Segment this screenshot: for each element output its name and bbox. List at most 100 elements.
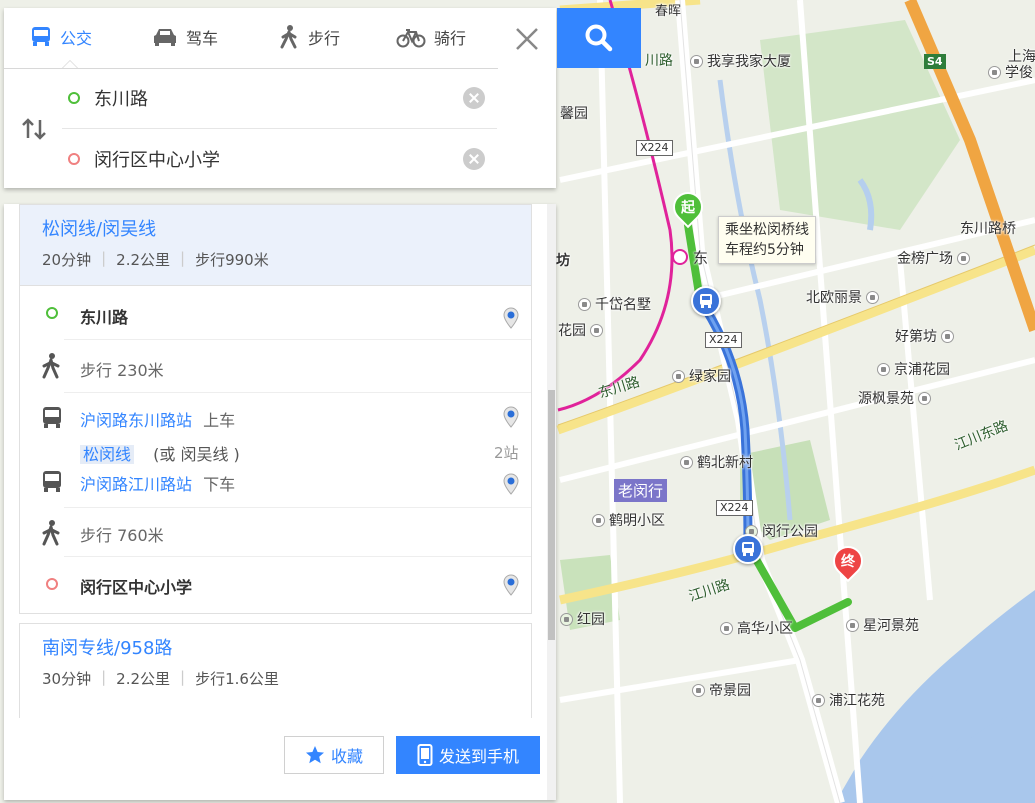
station-label: 东 <box>693 249 709 267</box>
star-icon <box>305 746 324 764</box>
route-meta: 30分钟 | 2.2公里 | 步行1.6公里 <box>42 668 279 688</box>
board-stop-link[interactable]: 沪闵路东川路站 <box>80 411 192 430</box>
step-walk-1: 步行 230米 <box>20 340 531 393</box>
poi-icon <box>846 618 859 632</box>
close-icon <box>516 28 538 50</box>
poi-label[interactable]: 花园 <box>558 320 607 340</box>
tab-cycle[interactable]: 骑行 <box>396 22 466 52</box>
poi-icon <box>720 621 733 635</box>
poi-icon <box>690 54 703 68</box>
step-bus: 沪闵路东川路站 上车 松闵线 (或 闵吴线 ) 2站 沪闵路江川路站 下车 步行… <box>20 393 531 555</box>
poi-label[interactable]: 金榜广场 <box>897 248 974 268</box>
poi-label[interactable]: 鹤明小区 <box>592 510 665 530</box>
origin-dot-icon <box>68 92 80 104</box>
origin-dot-icon <box>46 307 58 319</box>
bicycle-icon <box>396 29 426 48</box>
swap-button[interactable] <box>20 116 48 142</box>
poi-label[interactable]: 帝景园 <box>692 680 751 700</box>
route-meta: 20分钟 | 2.2公里 | 步行990米 <box>42 249 269 269</box>
walk-icon <box>280 25 297 49</box>
travel-mode-tabs: 公交 驾车 步行 骑行 <box>4 8 498 69</box>
poi-icon <box>578 297 591 311</box>
poi-label[interactable]: 星河景苑 <box>846 615 919 635</box>
road-label: 川路 <box>645 53 673 69</box>
tab-transit[interactable]: 公交 <box>30 22 92 52</box>
poi-icon <box>866 290 879 304</box>
district-label: 老闵行 <box>614 479 668 502</box>
active-tab-caret <box>62 60 78 68</box>
road-shield: X224 <box>716 500 753 516</box>
route-header[interactable]: 松闵线/闵吴线 20分钟 | 2.2公里 | 步行990米 <box>20 205 531 286</box>
locate-pin-icon[interactable] <box>502 473 520 495</box>
tab-walk[interactable]: 步行 <box>278 22 340 52</box>
bus-icon <box>742 542 754 556</box>
poi-icon <box>877 362 890 376</box>
route-search-box: 公交 驾车 步行 骑行 <box>4 8 556 188</box>
clear-destination-button[interactable] <box>463 148 485 170</box>
poi-label[interactable]: 绿家园 <box>672 366 731 386</box>
park-icon <box>560 612 573 626</box>
poi-label[interactable]: 京浦花园 <box>877 359 950 379</box>
expressway-shield: S4 <box>924 54 946 69</box>
route-tip-bubble: 乘坐松闵桥线 车程约5分钟 <box>718 216 816 264</box>
walk-icon <box>42 520 60 546</box>
poi-icon <box>672 369 685 383</box>
poi-label[interactable]: 浦江花苑 <box>812 690 885 710</box>
poi-icon <box>812 693 825 707</box>
stops-count: 2站 <box>494 444 519 462</box>
start-marker[interactable]: 起 <box>666 185 710 234</box>
origin-input[interactable] <box>94 87 454 109</box>
scrollbar-thumb[interactable] <box>548 390 555 640</box>
results-scrollbar[interactable] <box>547 204 556 800</box>
locate-pin-icon[interactable] <box>502 406 520 428</box>
bus-line-tag[interactable]: 松闵线 <box>80 445 135 464</box>
road-shield: X224 <box>705 332 742 348</box>
end-marker[interactable]: 终 <box>826 539 870 588</box>
search-button[interactable] <box>557 8 641 68</box>
bus-stop-marker[interactable] <box>733 534 763 564</box>
destination-dot-icon <box>68 153 80 165</box>
road-label: 东川路桥 <box>960 221 1016 237</box>
poi-label[interactable]: 鹤北新村 <box>680 452 753 472</box>
poi-label[interactable]: 源枫景苑 <box>858 388 935 408</box>
destination-input[interactable] <box>94 148 454 170</box>
poi-label[interactable]: 我享我家大厦 <box>690 51 791 71</box>
route-option-1[interactable]: 松闵线/闵吴线 20分钟 | 2.2公里 | 步行990米 东川路 步行 230米 … <box>19 204 532 614</box>
route-header[interactable]: 南闵专线/958路 30分钟 | 2.2公里 | 步行1.6公里 <box>20 624 531 704</box>
phone-icon <box>417 744 433 766</box>
poi-label[interactable]: 学俊 <box>988 62 1033 82</box>
poi-icon <box>918 391 931 405</box>
swap-icon <box>22 118 46 140</box>
poi-label[interactable]: 红园 <box>560 609 605 629</box>
send-to-phone-button[interactable]: 发送到手机 <box>396 736 540 774</box>
route-title: 松闵线/闵吴线 <box>42 219 157 240</box>
poi-label[interactable]: 千岱名墅 <box>578 294 651 314</box>
route-results-panel: 松闵线/闵吴线 20分钟 | 2.2公里 | 步行990米 东川路 步行 230米 … <box>4 204 556 800</box>
alight-stop-link[interactable]: 沪闵路江川路站 <box>80 475 192 494</box>
tab-drive[interactable]: 驾车 <box>152 22 218 52</box>
route-title: 南闵专线/958路 <box>42 638 173 659</box>
poi-label[interactable]: 北欧丽景 <box>806 287 883 307</box>
search-icon <box>585 24 613 52</box>
favorite-button[interactable]: 收藏 <box>284 736 384 774</box>
poi-icon <box>692 683 705 697</box>
alt-line-text: (或 闵吴线 ) <box>153 445 240 464</box>
poi-label[interactable]: 好第坊 <box>895 326 958 346</box>
poi-icon <box>590 323 603 337</box>
road-label: 春晖 <box>655 4 682 19</box>
road-shield: X224 <box>636 140 673 156</box>
close-button[interactable] <box>512 24 542 54</box>
destination-row <box>62 129 497 189</box>
bus-icon <box>32 27 50 46</box>
step-start: 东川路 <box>20 286 531 340</box>
poi-label[interactable]: 高华小区 <box>720 618 793 638</box>
road-label: 坊 <box>556 253 570 269</box>
clear-origin-button[interactable] <box>463 87 485 109</box>
locate-pin-icon[interactable] <box>502 307 520 329</box>
locate-pin-icon[interactable] <box>502 574 520 596</box>
bus-stop-marker[interactable] <box>691 286 721 316</box>
bus-icon <box>700 294 712 308</box>
origin-row <box>62 68 497 129</box>
walk-icon <box>42 353 60 379</box>
poi-label[interactable]: 馨园 <box>560 103 588 123</box>
